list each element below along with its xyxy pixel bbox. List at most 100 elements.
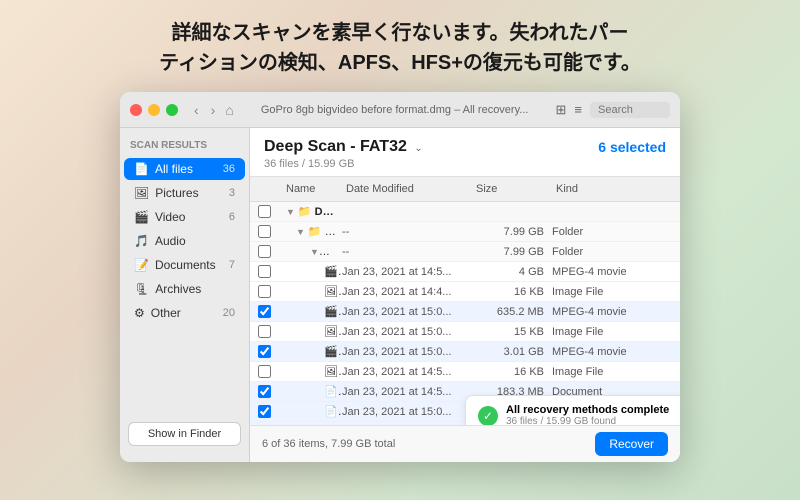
table-row[interactable]: 🎬 GH020778.MP4 Jan 23, 2021 at 15:0... 3… bbox=[250, 342, 680, 362]
row-date: Jan 23, 2021 at 15:0... bbox=[342, 326, 472, 338]
row-date: Jan 23, 2021 at 14:5... bbox=[342, 266, 472, 278]
headline-line2: ティションの検知、APFS、HFS+の復元も可能です。 bbox=[159, 52, 641, 74]
app-window: ‹ › ⌂ GoPro 8gb bigvideo before format.d… bbox=[120, 92, 680, 462]
audio-icon: 🎵 bbox=[134, 234, 149, 248]
maximize-button[interactable] bbox=[166, 104, 178, 116]
sidebar-section-label: Scan results bbox=[120, 136, 249, 157]
sidebar-item-documents[interactable]: 📝 Documents 7 bbox=[124, 254, 245, 276]
row-kind: Image File bbox=[552, 366, 672, 378]
row-size: 7.99 GB bbox=[472, 226, 552, 238]
minimize-button[interactable] bbox=[148, 104, 160, 116]
row-name: 📄 GL010778.LRV bbox=[282, 385, 342, 398]
sidebar-item-archives[interactable]: 🗜 Archives bbox=[124, 278, 245, 300]
sidebar-item-other[interactable]: ⚙ Other 20 bbox=[124, 302, 245, 324]
file-count-info: 36 files / 15.99 GB bbox=[264, 158, 666, 170]
sidebar-label-pictures: Pictures bbox=[155, 186, 198, 200]
sidebar-item-video[interactable]: 🎬 Video 6 bbox=[124, 206, 245, 228]
row-checkbox[interactable] bbox=[258, 225, 271, 238]
row-size: 4 GB bbox=[472, 266, 552, 278]
col-size[interactable]: Size bbox=[472, 181, 552, 197]
sidebar-count-other: 20 bbox=[223, 307, 235, 319]
sidebar-item-audio[interactable]: 🎵 Audio bbox=[124, 230, 245, 252]
sidebar-label-archives: Archives bbox=[155, 282, 201, 296]
nav-buttons: ‹ › bbox=[190, 100, 219, 120]
view-toggle-button[interactable]: ⊞ bbox=[556, 102, 567, 118]
headline: 詳細なスキャンを素早く行ないます。失われたパー ティションの検知、APFS、HF… bbox=[99, 0, 701, 92]
titlebar: ‹ › ⌂ GoPro 8gb bigvideo before format.d… bbox=[120, 92, 680, 128]
search-input[interactable] bbox=[590, 102, 670, 118]
row-name: 🖼 GH010779.THM bbox=[282, 325, 342, 338]
row-kind: Image File bbox=[552, 326, 672, 338]
close-button[interactable] bbox=[130, 104, 142, 116]
row-checkbox[interactable] bbox=[258, 285, 271, 298]
row-checkbox[interactable] bbox=[258, 205, 271, 218]
row-size: 15 KB bbox=[472, 326, 552, 338]
content-area: Scan results 📄 All files 36 🖼 Pictures 3… bbox=[120, 128, 680, 462]
table-header: Name Date Modified Size Kind bbox=[250, 177, 680, 202]
col-checkbox bbox=[258, 181, 282, 197]
table-row[interactable]: 🖼 GH010779.THM Jan 23, 2021 at 15:0... 1… bbox=[250, 322, 680, 342]
row-checkbox[interactable] bbox=[258, 385, 271, 398]
row-date: Jan 23, 2021 at 14:5... bbox=[342, 386, 472, 398]
sidebar-label-all-files: All files bbox=[155, 162, 193, 176]
row-name: ▼📁 DCIM (10) bbox=[282, 225, 342, 238]
row-name: 🖼 GH010778.THM bbox=[282, 285, 342, 298]
all-files-icon: 📄 bbox=[134, 162, 149, 176]
recover-button[interactable]: Recover bbox=[595, 432, 668, 456]
row-date: Jan 23, 2021 at 14:5... bbox=[342, 366, 472, 378]
row-size: 3.01 GB bbox=[472, 346, 552, 358]
row-checkbox[interactable] bbox=[258, 405, 271, 418]
sidebar-item-all-files[interactable]: 📄 All files 36 bbox=[124, 158, 245, 180]
main-header: Deep Scan - FAT32 ⌄ 6 selected 36 files … bbox=[250, 128, 680, 177]
sidebar-count-video: 6 bbox=[229, 211, 235, 223]
footer: 6 of 36 items, 7.99 GB total Recover bbox=[250, 425, 680, 462]
row-checkbox[interactable] bbox=[258, 265, 271, 278]
row-name: ▼📁 Deep Scan - FAT32 • 16 files / 7.99 G… bbox=[282, 205, 342, 218]
table-row[interactable]: 🎬 GH010778.MP4 Jan 23, 2021 at 14:5... 4… bbox=[250, 262, 680, 282]
home-button[interactable]: ⌂ bbox=[225, 102, 233, 118]
archives-icon: 🗜 bbox=[134, 282, 149, 296]
table-row[interactable]: 🖼 GH020778.THM Jan 23, 2021 at 14:5... 1… bbox=[250, 362, 680, 382]
row-checkbox[interactable] bbox=[258, 325, 271, 338]
row-kind: MPEG-4 movie bbox=[552, 266, 672, 278]
forward-button[interactable]: › bbox=[207, 100, 220, 120]
titlebar-actions: ⊞ ≡ bbox=[556, 102, 671, 118]
row-kind: MPEG-4 movie bbox=[552, 346, 672, 358]
row-date: Jan 23, 2021 at 15:0... bbox=[342, 346, 472, 358]
row-checkbox[interactable] bbox=[258, 245, 271, 258]
row-kind: MPEG-4 movie bbox=[552, 306, 672, 318]
table-row[interactable]: 🎬 GH010779.MP4 Jan 23, 2021 at 15:0... 6… bbox=[250, 302, 680, 322]
back-button[interactable]: ‹ bbox=[190, 100, 203, 120]
documents-icon: 📝 bbox=[134, 258, 149, 272]
row-date: Jan 23, 2021 at 15:0... bbox=[342, 406, 472, 418]
file-table: Name Date Modified Size Kind ▼📁 Deep Sca… bbox=[250, 177, 680, 425]
row-size: 16 KB bbox=[472, 366, 552, 378]
row-name: 🎬 GH010778.MP4 bbox=[282, 265, 342, 278]
row-size: 16 KB bbox=[472, 286, 552, 298]
main-content-wrapper: Name Date Modified Size Kind ▼📁 Deep Sca… bbox=[250, 177, 680, 425]
row-name: 📄 GL010779.LRV bbox=[282, 405, 342, 418]
table-row[interactable]: ▼📁 100GOPRO (9) -- 7.99 GB Folder bbox=[250, 242, 680, 262]
title-dropdown-arrow[interactable]: ⌄ bbox=[414, 143, 422, 154]
table-row[interactable]: ▼📁 Deep Scan - FAT32 • 16 files / 7.99 G… bbox=[250, 202, 680, 222]
row-name: 🎬 GH010779.MP4 bbox=[282, 305, 342, 318]
show-in-finder-button[interactable]: Show in Finder bbox=[128, 422, 241, 446]
pictures-icon: 🖼 bbox=[134, 186, 149, 200]
sidebar: Scan results 📄 All files 36 🖼 Pictures 3… bbox=[120, 128, 250, 462]
filter-button[interactable]: ≡ bbox=[574, 102, 582, 117]
sidebar-label-video: Video bbox=[155, 210, 185, 224]
col-date[interactable]: Date Modified bbox=[342, 181, 472, 197]
row-checkbox[interactable] bbox=[258, 345, 271, 358]
col-kind[interactable]: Kind bbox=[552, 181, 672, 197]
col-name[interactable]: Name bbox=[282, 181, 342, 197]
main-panel: Deep Scan - FAT32 ⌄ 6 selected 36 files … bbox=[250, 128, 680, 462]
row-checkbox[interactable] bbox=[258, 305, 271, 318]
toast-title: All recovery methods complete bbox=[506, 404, 669, 416]
sidebar-item-pictures[interactable]: 🖼 Pictures 3 bbox=[124, 182, 245, 204]
table-row[interactable]: 🖼 GH010778.THM Jan 23, 2021 at 14:4... 1… bbox=[250, 282, 680, 302]
row-checkbox[interactable] bbox=[258, 365, 271, 378]
sidebar-label-other: Other bbox=[151, 306, 181, 320]
main-header-top: Deep Scan - FAT32 ⌄ 6 selected bbox=[264, 138, 666, 156]
table-row[interactable]: ▼📁 DCIM (10) -- 7.99 GB Folder bbox=[250, 222, 680, 242]
row-date: Jan 23, 2021 at 14:4... bbox=[342, 286, 472, 298]
